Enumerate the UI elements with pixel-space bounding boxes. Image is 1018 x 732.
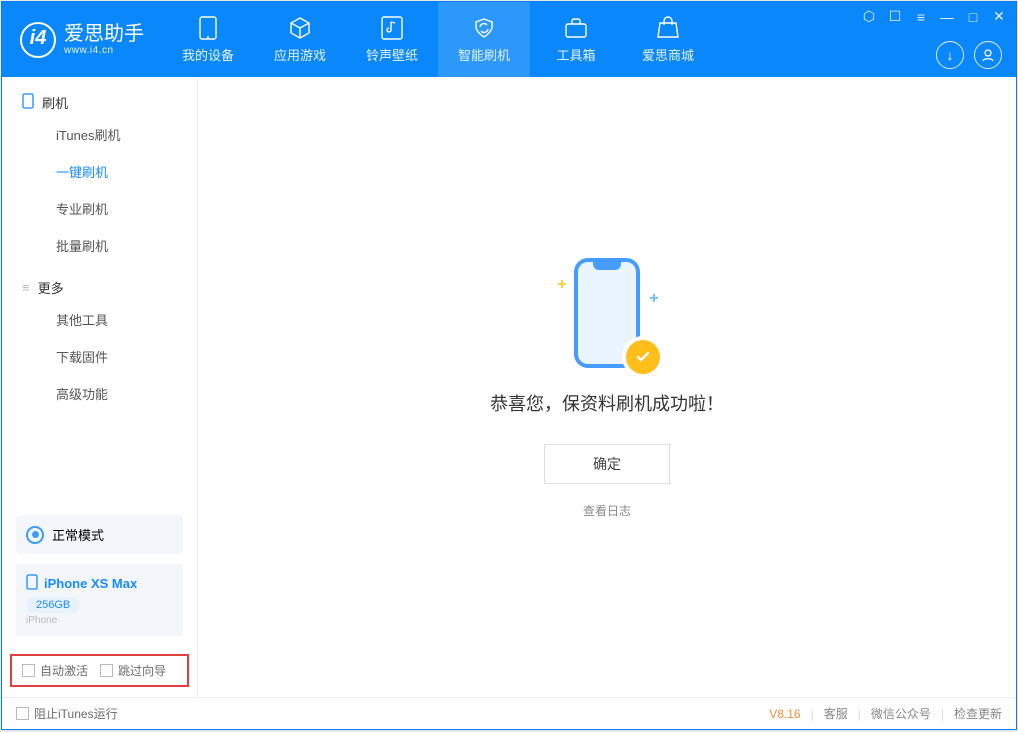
nav-my-device[interactable]: 我的设备 xyxy=(162,2,254,77)
checkbox-icon xyxy=(16,707,29,720)
sparkle-icon xyxy=(558,280,566,288)
bag-icon xyxy=(655,15,681,41)
sidebar-group-flash: 刷机 xyxy=(2,93,197,112)
success-illustration xyxy=(562,256,652,370)
device-type: iPhone xyxy=(26,615,173,626)
nav-smart-flash[interactable]: 智能刷机 xyxy=(438,2,530,77)
nav-label: 铃声壁纸 xyxy=(366,45,418,64)
sparkle-icon xyxy=(650,294,658,302)
mode-card[interactable]: 正常模式 xyxy=(16,515,183,554)
feedback-icon[interactable]: ☐ xyxy=(886,8,904,25)
top-nav: 我的设备 应用游戏 铃声壁纸 智能刷机 工具箱 爱思商城 xyxy=(162,2,714,77)
header-actions: ↓ xyxy=(936,41,1002,69)
header-bar: i4 爱思助手 www.i4.cn 我的设备 应用游戏 铃声壁纸 智能刷机 xyxy=(2,2,1016,77)
nav-apps-games[interactable]: 应用游戏 xyxy=(254,2,346,77)
sidebar-info: 正常模式 iPhone XS Max 256GB iPhone xyxy=(2,505,197,650)
checkbox-icon xyxy=(22,664,35,677)
nav-label: 智能刷机 xyxy=(458,45,510,64)
check-update-link[interactable]: 检查更新 xyxy=(954,705,1002,722)
success-message: 恭喜您，保资料刷机成功啦！ xyxy=(490,390,724,416)
sidebar-item-other-tools[interactable]: 其他工具 xyxy=(2,301,197,338)
nav-label: 我的设备 xyxy=(182,45,234,64)
skip-guide-checkbox[interactable]: 跳过向导 xyxy=(100,662,166,679)
app-window: i4 爱思助手 www.i4.cn 我的设备 应用游戏 铃声壁纸 智能刷机 xyxy=(1,1,1017,730)
refresh-shield-icon xyxy=(471,15,497,41)
main-panel: 恭喜您，保资料刷机成功啦！ 确定 查看日志 xyxy=(198,77,1016,697)
nav-store[interactable]: 爱思商城 xyxy=(622,2,714,77)
toolbox-icon xyxy=(563,15,589,41)
maximize-button[interactable]: □ xyxy=(964,9,982,25)
flash-options: 自动激活 跳过向导 xyxy=(10,654,189,687)
sidebar-item-pro-flash[interactable]: 专业刷机 xyxy=(2,190,197,227)
cube-icon xyxy=(287,15,313,41)
version-label: V8.16 xyxy=(769,707,800,721)
sidebar-item-download-firmware[interactable]: 下载固件 xyxy=(2,338,197,375)
auto-activate-checkbox[interactable]: 自动激活 xyxy=(22,662,88,679)
phone-small-icon xyxy=(26,574,38,593)
nav-label: 爱思商城 xyxy=(642,45,694,64)
wechat-link[interactable]: 微信公众号 xyxy=(871,705,931,722)
window-controls: ⬡ ☐ ≡ — □ ✕ xyxy=(860,8,1008,25)
mode-label: 正常模式 xyxy=(52,525,104,544)
shirt-icon[interactable]: ⬡ xyxy=(860,8,878,25)
brand-name: 爱思助手 xyxy=(64,23,144,45)
body: 刷机 iTunes刷机 一键刷机 专业刷机 批量刷机 ≡ 更多 xyxy=(2,77,1016,697)
sidebar-item-one-key-flash[interactable]: 一键刷机 xyxy=(2,153,197,190)
menu-icon[interactable]: ≡ xyxy=(912,9,930,25)
ok-button[interactable]: 确定 xyxy=(544,444,670,484)
nav-ringtones[interactable]: 铃声壁纸 xyxy=(346,2,438,77)
mode-icon xyxy=(26,526,44,544)
footer-bar: 阻止iTunes运行 V8.16 | 客服 | 微信公众号 | 检查更新 xyxy=(2,697,1016,729)
nav-label: 应用游戏 xyxy=(274,45,326,64)
logo-icon: i4 xyxy=(20,22,56,58)
device-card[interactable]: iPhone XS Max 256GB iPhone xyxy=(16,564,183,636)
view-log-link[interactable]: 查看日志 xyxy=(583,502,631,519)
phone-icon xyxy=(195,15,221,41)
checkbox-icon xyxy=(100,664,113,677)
device-name: iPhone XS Max xyxy=(44,576,137,591)
nav-label: 工具箱 xyxy=(556,45,595,64)
block-itunes-checkbox[interactable]: 阻止iTunes运行 xyxy=(16,705,118,722)
minimize-button[interactable]: — xyxy=(938,9,956,25)
sidebar: 刷机 iTunes刷机 一键刷机 专业刷机 批量刷机 ≡ 更多 xyxy=(2,77,198,697)
device-icon xyxy=(22,93,34,112)
user-icon[interactable] xyxy=(974,41,1002,69)
storage-badge: 256GB xyxy=(26,597,80,613)
sidebar-item-batch-flash[interactable]: 批量刷机 xyxy=(2,227,197,264)
list-icon: ≡ xyxy=(22,280,30,295)
support-link[interactable]: 客服 xyxy=(824,705,848,722)
brand-logo: i4 爱思助手 www.i4.cn xyxy=(2,2,162,77)
sidebar-item-advanced[interactable]: 高级功能 xyxy=(2,375,197,412)
music-icon xyxy=(379,15,405,41)
download-icon[interactable]: ↓ xyxy=(936,41,964,69)
close-button[interactable]: ✕ xyxy=(990,8,1008,25)
check-badge-icon xyxy=(626,340,660,374)
sidebar-item-itunes-flash[interactable]: iTunes刷机 xyxy=(2,116,197,153)
brand-url: www.i4.cn xyxy=(64,45,144,56)
nav-toolbox[interactable]: 工具箱 xyxy=(530,2,622,77)
sidebar-group-more: ≡ 更多 xyxy=(2,278,197,297)
